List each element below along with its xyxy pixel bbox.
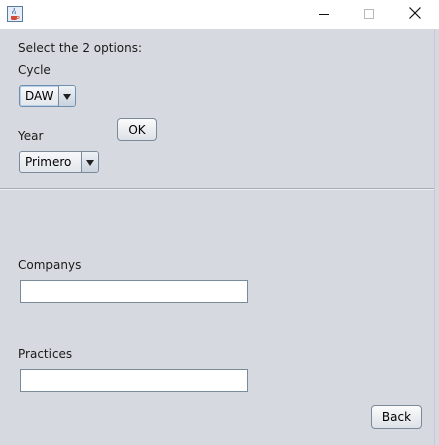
ok-button[interactable]: OK xyxy=(117,118,157,141)
companys-label: Companys xyxy=(18,258,82,272)
section-separator-highlight xyxy=(0,189,434,190)
instruction-label: Select the 2 options: xyxy=(18,41,143,55)
cycle-combobox[interactable]: DAW xyxy=(19,85,76,107)
application-window: Select the 2 options: Cycle DAW OK Year … xyxy=(0,0,439,445)
java-coffee-cup-icon xyxy=(7,6,23,22)
practices-input[interactable] xyxy=(20,369,248,392)
minimize-icon xyxy=(319,8,329,22)
maximize-icon xyxy=(364,8,374,22)
practices-label: Practices xyxy=(18,347,73,361)
close-button[interactable] xyxy=(392,0,438,29)
cycle-dropdown-button[interactable] xyxy=(58,86,75,106)
companys-input[interactable] xyxy=(20,280,248,303)
window-edge xyxy=(434,29,435,445)
close-icon xyxy=(409,7,421,22)
maximize-button[interactable] xyxy=(346,0,392,29)
cycle-label: Cycle xyxy=(18,63,51,77)
triangle-down-icon xyxy=(63,89,71,103)
back-button[interactable]: Back xyxy=(371,405,422,429)
title-bar[interactable] xyxy=(0,0,439,29)
year-combobox[interactable]: Primero xyxy=(19,151,99,173)
year-label: Year xyxy=(18,129,44,143)
year-dropdown-button[interactable] xyxy=(81,152,98,172)
triangle-down-icon xyxy=(86,155,94,169)
minimize-button[interactable] xyxy=(301,0,347,29)
cycle-selected-value: DAW xyxy=(25,89,54,103)
year-selected-value: Primero xyxy=(25,155,72,169)
